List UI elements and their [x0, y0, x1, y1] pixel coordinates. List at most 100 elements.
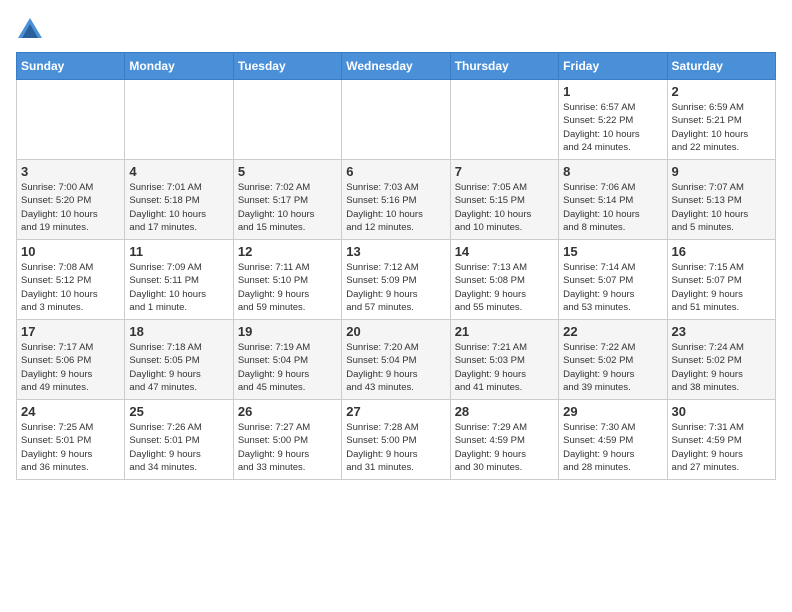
day-info: Sunrise: 7:20 AM Sunset: 5:04 PM Dayligh… [346, 341, 445, 394]
calendar-cell: 21 Sunrise: 7:21 AM Sunset: 5:03 PM Dayli… [450, 320, 558, 400]
day-number: 16 [672, 244, 771, 259]
calendar-cell: 12Sunrise: 7:11 AM Sunset: 5:10 PM Dayli… [233, 240, 341, 320]
calendar-week-row: 10 Sunrise: 7:08 AM Sunset: 5:12 PM Dayli… [17, 240, 776, 320]
day-number: 18 [129, 324, 228, 339]
calendar-week-row: 3 Sunrise: 7:00 AM Sunset: 5:20 PM Daylig… [17, 160, 776, 240]
day-info: Sunrise: 7:25 AM Sunset: 5:01 PM Dayligh… [21, 421, 120, 474]
day-number: 11 [129, 244, 228, 259]
day-number: 27 [346, 404, 445, 419]
day-number: 15 [563, 244, 662, 259]
calendar-cell: 30 Sunrise: 7:31 AM Sunset: 4:59 PM Dayli… [667, 400, 775, 480]
calendar-cell: 5 Sunrise: 7:02 AM Sunset: 5:17 PM Daylig… [233, 160, 341, 240]
calendar-week-row: 1 Sunrise: 6:57 AM Sunset: 5:22 PM Daylig… [17, 80, 776, 160]
day-number: 6 [346, 164, 445, 179]
logo-icon [16, 16, 44, 44]
day-info: Sunrise: 7:29 AM Sunset: 4:59 PM Dayligh… [455, 421, 554, 474]
day-info: Sunrise: 7:22 AM Sunset: 5:02 PM Dayligh… [563, 341, 662, 394]
calendar-cell: 19 Sunrise: 7:19 AM Sunset: 5:04 PM Dayli… [233, 320, 341, 400]
day-number: 2 [672, 84, 771, 99]
logo [16, 16, 48, 44]
calendar-cell: 15Sunrise: 7:14 AM Sunset: 5:07 PM Dayli… [559, 240, 667, 320]
day-number: 24 [21, 404, 120, 419]
calendar-cell: 22Sunrise: 7:22 AM Sunset: 5:02 PM Dayli… [559, 320, 667, 400]
day-number: 26 [238, 404, 337, 419]
calendar-cell: 1 Sunrise: 6:57 AM Sunset: 5:22 PM Daylig… [559, 80, 667, 160]
day-number: 29 [563, 404, 662, 419]
day-info: Sunrise: 7:08 AM Sunset: 5:12 PM Dayligh… [21, 261, 120, 314]
calendar-cell: 24 Sunrise: 7:25 AM Sunset: 5:01 PM Dayli… [17, 400, 125, 480]
day-number: 14 [455, 244, 554, 259]
calendar-cell: 18 Sunrise: 7:18 AM Sunset: 5:05 PM Dayli… [125, 320, 233, 400]
day-info: Sunrise: 7:31 AM Sunset: 4:59 PM Dayligh… [672, 421, 771, 474]
day-number: 17 [21, 324, 120, 339]
calendar-cell: 2 Sunrise: 6:59 AM Sunset: 5:21 PM Daylig… [667, 80, 775, 160]
calendar-week-row: 24 Sunrise: 7:25 AM Sunset: 5:01 PM Dayli… [17, 400, 776, 480]
calendar-cell: 7 Sunrise: 7:05 AM Sunset: 5:15 PM Daylig… [450, 160, 558, 240]
calendar-cell: 29 Sunrise: 7:30 AM Sunset: 4:59 PM Dayli… [559, 400, 667, 480]
calendar-cell: 20 Sunrise: 7:20 AM Sunset: 5:04 PM Dayli… [342, 320, 450, 400]
day-info: Sunrise: 7:27 AM Sunset: 5:00 PM Dayligh… [238, 421, 337, 474]
day-info: Sunrise: 7:21 AM Sunset: 5:03 PM Dayligh… [455, 341, 554, 394]
calendar-cell: 9 Sunrise: 7:07 AM Sunset: 5:13 PM Daylig… [667, 160, 775, 240]
day-number: 4 [129, 164, 228, 179]
calendar-cell: 27 Sunrise: 7:28 AM Sunset: 5:00 PM Dayli… [342, 400, 450, 480]
day-number: 8 [563, 164, 662, 179]
calendar-cell [125, 80, 233, 160]
day-number: 30 [672, 404, 771, 419]
weekday-header: Tuesday [233, 53, 341, 80]
day-info: Sunrise: 7:01 AM Sunset: 5:18 PM Dayligh… [129, 181, 228, 234]
day-info: Sunrise: 7:03 AM Sunset: 5:16 PM Dayligh… [346, 181, 445, 234]
calendar-table: SundayMondayTuesdayWednesdayThursdayFrid… [16, 52, 776, 480]
day-info: Sunrise: 7:18 AM Sunset: 5:05 PM Dayligh… [129, 341, 228, 394]
day-info: Sunrise: 6:57 AM Sunset: 5:22 PM Dayligh… [563, 101, 662, 154]
page-header [16, 16, 776, 44]
day-info: Sunrise: 7:02 AM Sunset: 5:17 PM Dayligh… [238, 181, 337, 234]
day-info: Sunrise: 7:19 AM Sunset: 5:04 PM Dayligh… [238, 341, 337, 394]
day-info: Sunrise: 7:17 AM Sunset: 5:06 PM Dayligh… [21, 341, 120, 394]
calendar-cell [233, 80, 341, 160]
day-info: Sunrise: 7:06 AM Sunset: 5:14 PM Dayligh… [563, 181, 662, 234]
weekday-header: Friday [559, 53, 667, 80]
calendar-cell: 6 Sunrise: 7:03 AM Sunset: 5:16 PM Daylig… [342, 160, 450, 240]
calendar-week-row: 17 Sunrise: 7:17 AM Sunset: 5:06 PM Dayli… [17, 320, 776, 400]
day-number: 21 [455, 324, 554, 339]
calendar-cell: 13Sunrise: 7:12 AM Sunset: 5:09 PM Dayli… [342, 240, 450, 320]
day-info: Sunrise: 7:00 AM Sunset: 5:20 PM Dayligh… [21, 181, 120, 234]
weekday-header: Sunday [17, 53, 125, 80]
day-number: 10 [21, 244, 120, 259]
calendar-cell: 11 Sunrise: 7:09 AM Sunset: 5:11 PM Dayli… [125, 240, 233, 320]
day-info: Sunrise: 7:07 AM Sunset: 5:13 PM Dayligh… [672, 181, 771, 234]
calendar-cell: 16Sunrise: 7:15 AM Sunset: 5:07 PM Dayli… [667, 240, 775, 320]
weekday-header: Thursday [450, 53, 558, 80]
calendar-cell: 3 Sunrise: 7:00 AM Sunset: 5:20 PM Daylig… [17, 160, 125, 240]
weekday-header: Saturday [667, 53, 775, 80]
day-number: 13 [346, 244, 445, 259]
calendar-cell: 14 Sunrise: 7:13 AM Sunset: 5:08 PM Dayli… [450, 240, 558, 320]
calendar-cell [17, 80, 125, 160]
day-number: 9 [672, 164, 771, 179]
day-number: 25 [129, 404, 228, 419]
day-number: 20 [346, 324, 445, 339]
weekday-header: Monday [125, 53, 233, 80]
day-info: Sunrise: 7:28 AM Sunset: 5:00 PM Dayligh… [346, 421, 445, 474]
weekday-header: Wednesday [342, 53, 450, 80]
calendar-cell: 10 Sunrise: 7:08 AM Sunset: 5:12 PM Dayli… [17, 240, 125, 320]
calendar-cell: 23 Sunrise: 7:24 AM Sunset: 5:02 PM Dayli… [667, 320, 775, 400]
day-info: Sunrise: 7:09 AM Sunset: 5:11 PM Dayligh… [129, 261, 228, 314]
calendar-cell: 8 Sunrise: 7:06 AM Sunset: 5:14 PM Daylig… [559, 160, 667, 240]
calendar-cell [342, 80, 450, 160]
day-info: Sunrise: 7:13 AM Sunset: 5:08 PM Dayligh… [455, 261, 554, 314]
day-number: 23 [672, 324, 771, 339]
day-number: 5 [238, 164, 337, 179]
day-info: Sunrise: 6:59 AM Sunset: 5:21 PM Dayligh… [672, 101, 771, 154]
day-number: 12 [238, 244, 337, 259]
calendar-header-row: SundayMondayTuesdayWednesdayThursdayFrid… [17, 53, 776, 80]
day-info: Sunrise: 7:30 AM Sunset: 4:59 PM Dayligh… [563, 421, 662, 474]
day-info: Sunrise: 7:24 AM Sunset: 5:02 PM Dayligh… [672, 341, 771, 394]
calendar-cell: 26 Sunrise: 7:27 AM Sunset: 5:00 PM Dayli… [233, 400, 341, 480]
day-info: Sunrise: 7:05 AM Sunset: 5:15 PM Dayligh… [455, 181, 554, 234]
day-number: 7 [455, 164, 554, 179]
day-number: 19 [238, 324, 337, 339]
day-number: 1 [563, 84, 662, 99]
day-number: 3 [21, 164, 120, 179]
